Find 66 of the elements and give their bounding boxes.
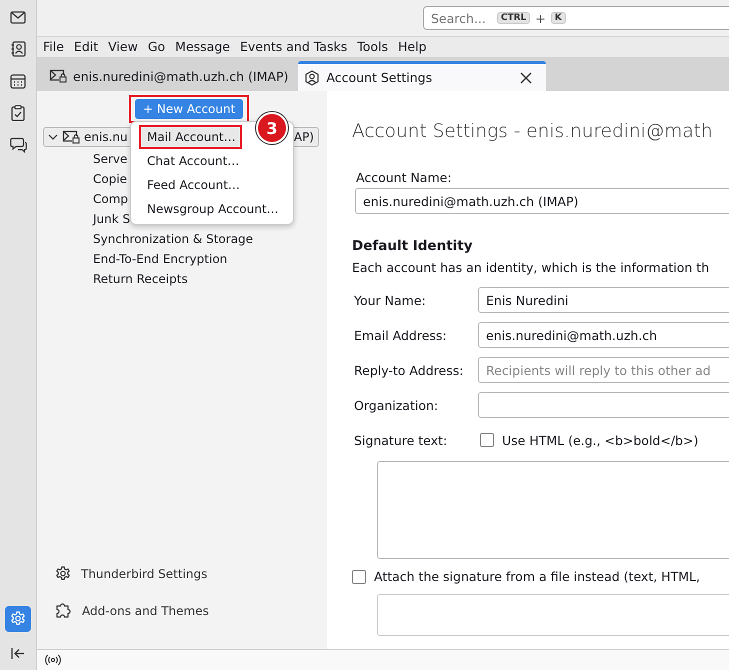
page-title: Account Settings - enis.nuredini@math [352,121,714,142]
collapse-sidebar-icon [11,646,25,660]
shortcut-plus: + [535,10,546,26]
calendar-icon [10,73,26,89]
menu-item[interactable]: Feed Account… [133,173,291,197]
checkbox[interactable] [352,570,366,584]
input-field[interactable]: Recipients will reply to this other ad [478,357,729,383]
keyboard-key: K [550,12,566,24]
menu-item[interactable]: Go [148,39,166,54]
field-label: Signature text: [354,432,448,448]
tree-item[interactable]: Synchronization & Storage [93,229,327,249]
input-field[interactable] [478,392,729,418]
tab[interactable]: enis.nuredini@math.uzh.ch (IMAP) [43,61,294,91]
account-icon [304,70,320,86]
menu-item[interactable]: Message [175,39,230,54]
envelope-icon [10,10,26,24]
settings-icon [55,566,71,582]
account-name-end: AP) [294,130,314,144]
puzzle-piece-icon [55,602,72,619]
input-field[interactable]: enis.nuredini@math.uzh.ch (IMAP) [355,188,729,214]
menu-item[interactable]: Tools [357,39,388,54]
menu-item[interactable]: File [43,39,64,54]
address-book-icon [10,41,26,57]
section-title: Default Identity [352,238,474,254]
menu-item[interactable]: Newsgroup Account… [133,197,291,221]
field-label: Account Name: [356,170,453,185]
search-placeholder: Search... [431,10,486,26]
tab[interactable]: Account Settings [298,61,546,91]
sidebar-link-label: Add-ons and Themes [82,604,209,618]
field-label: Email Address: [354,328,448,342]
settings-icon [10,611,26,627]
menu-item[interactable]: Mail Account… [139,125,242,149]
tab-label: enis.nuredini@math.uzh.ch (IMAP) [73,68,288,84]
sidebar-link[interactable]: Thunderbird Settings [55,566,327,582]
clipboard-check-icon [11,105,25,121]
menu-item[interactable]: Help [398,39,427,54]
tree-item[interactable]: Return Receipts [93,269,327,289]
new-account-button[interactable]: + New Account [135,99,244,119]
menu-item[interactable]: Chat Account… [133,149,291,173]
checkbox-label: Attach the signature from a file instead (text, HTML, [374,569,700,584]
checkbox[interactable] [480,433,494,447]
step-badge: 3 [256,112,288,144]
input-field[interactable]: enis.nuredini@math.uzh.ch [478,322,729,348]
search-field[interactable]: Search... CTRL + K [423,6,729,30]
tree-item[interactable]: End-To-End Encryption [93,249,327,269]
close-icon[interactable] [520,72,532,84]
tab-label: Account Settings [326,70,432,85]
account-name: enis.nu [84,130,128,144]
envelope-lock-icon [49,69,67,83]
checkbox-label: Use HTML (e.g., <b>bold</b>) [502,432,698,448]
chat-bubbles-icon [10,137,26,153]
input-field[interactable]: Enis Nuredini [478,287,729,313]
section-description: Each account has an identity, which is the information th [352,260,710,275]
keyboard-key: CTRL [496,12,530,24]
field-label: Reply-to Address: [354,362,464,378]
sidebar-link-label: Thunderbird Settings [81,567,208,581]
envelope-lock-icon [62,130,80,144]
field-label: Your Name: [354,292,427,308]
signal-icon [45,654,61,666]
menu-item[interactable]: View [108,39,138,54]
field-label: Organization: [354,398,440,412]
chevron-icon [48,134,58,140]
file-path-field[interactable] [377,594,729,636]
menu-item[interactable]: Events and Tasks [240,39,348,54]
sidebar-link[interactable]: Add-ons and Themes [55,602,327,619]
menu-item[interactable]: Edit [74,39,98,54]
